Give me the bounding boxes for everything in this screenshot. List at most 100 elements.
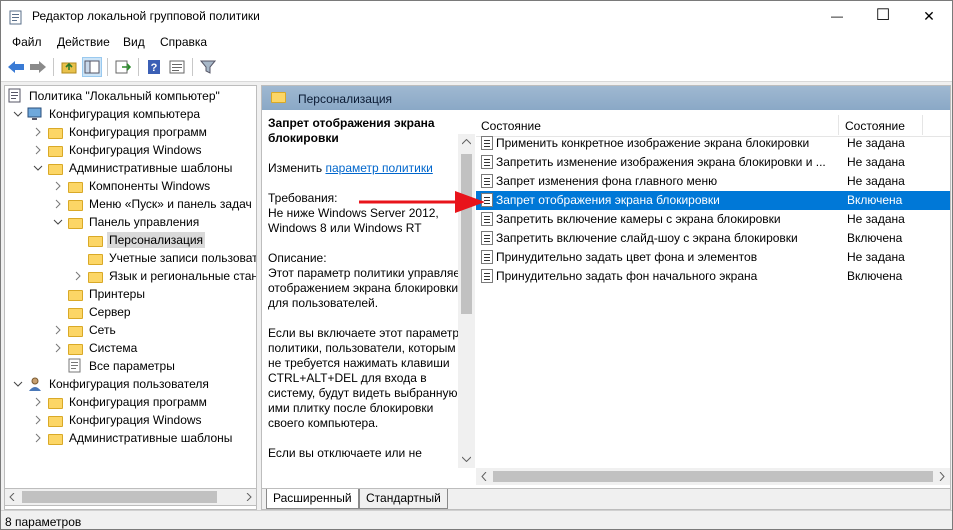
- setting-state: Не задана: [847, 212, 905, 226]
- collapsed-chevron-icon[interactable]: [31, 431, 45, 445]
- expanded-chevron-icon[interactable]: [51, 215, 65, 229]
- tree-node[interactable]: Сервер: [51, 303, 133, 321]
- description-scroll-thumb[interactable]: [461, 154, 472, 314]
- list-row[interactable]: Применить конкретное изображение экрана …: [476, 134, 950, 153]
- menu-view[interactable]: Вид: [123, 35, 145, 49]
- policy-setting-icon: [481, 231, 493, 245]
- list-horizontal-scrollbar[interactable]: [476, 468, 950, 485]
- tree-node-label: Конфигурация пользователя: [49, 377, 209, 391]
- tree-node[interactable]: Конфигурация программ: [31, 393, 209, 411]
- no-expander: [51, 287, 65, 301]
- details-pane: Персонализация Запрет отображения экрана…: [261, 85, 951, 510]
- tree-node[interactable]: Конфигурация программ: [31, 123, 209, 141]
- collapsed-chevron-icon[interactable]: [51, 179, 65, 193]
- tree-node-label: Конфигурация компьютера: [49, 107, 201, 121]
- back-icon[interactable]: [6, 57, 26, 77]
- menu-help[interactable]: Справка: [160, 35, 207, 49]
- policy-setting-icon: [481, 269, 493, 283]
- no-expander: [71, 251, 85, 265]
- tree-horizontal-scrollbar[interactable]: [4, 488, 257, 506]
- help-icon[interactable]: ?: [144, 57, 164, 77]
- setting-name: Принудительно задать фон начального экра…: [496, 269, 758, 283]
- collapsed-chevron-icon[interactable]: [31, 395, 45, 409]
- collapsed-chevron-icon[interactable]: [31, 125, 45, 139]
- tree-node[interactable]: Все параметры: [51, 357, 177, 375]
- filter-icon[interactable]: [198, 57, 218, 77]
- tree-node[interactable]: Конфигурация Windows: [31, 411, 204, 429]
- truncated-text: Если вы отключаете или не: [268, 446, 422, 460]
- tree-node-label: Система: [89, 341, 138, 355]
- tree-node[interactable]: Сеть: [51, 321, 118, 339]
- collapsed-chevron-icon[interactable]: [31, 413, 45, 427]
- tree-node[interactable]: Принтеры: [51, 285, 147, 303]
- tree-node[interactable]: Политика "Локальный компьютер": [7, 87, 222, 105]
- list-row[interactable]: Запретить включение камеры с экрана блок…: [476, 210, 950, 229]
- expanded-chevron-icon[interactable]: [11, 377, 25, 391]
- collapsed-chevron-icon[interactable]: [51, 323, 65, 337]
- tree-node[interactable]: Меню «Пуск» и панель задач: [51, 195, 254, 213]
- tree-node[interactable]: Административные шаблоны: [31, 159, 234, 177]
- tree-node[interactable]: Конфигурация пользователя: [11, 375, 211, 393]
- folder-icon: [47, 394, 63, 410]
- list-row[interactable]: Принудительно задать фон начального экра…: [476, 267, 950, 286]
- maximize-button[interactable]: ☐: [860, 1, 906, 31]
- tab-standard[interactable]: Стандартный: [359, 489, 448, 509]
- folder-icon: [47, 412, 63, 428]
- tree-node[interactable]: Административные шаблоны: [31, 429, 234, 447]
- collapsed-chevron-icon[interactable]: [51, 341, 65, 355]
- description-scrollbar[interactable]: [458, 134, 475, 468]
- list-row[interactable]: Запретить изменение изображения экрана б…: [476, 153, 950, 172]
- collapsed-chevron-icon[interactable]: [31, 143, 45, 157]
- show-hide-tree-icon[interactable]: [82, 57, 102, 77]
- export-list-icon[interactable]: [113, 57, 133, 77]
- details-header: Персонализация: [262, 86, 950, 110]
- list-scroll-thumb[interactable]: [493, 471, 933, 482]
- tree-node[interactable]: Система: [51, 339, 139, 357]
- tree-node[interactable]: Персонализация: [71, 231, 206, 249]
- policy-heading: Запрет отображения экрана блокировки: [268, 116, 435, 145]
- tree-node-label: Меню «Пуск» и панель задач: [89, 197, 252, 211]
- menu-bar: Файл Действие Вид Справка: [1, 31, 952, 53]
- tree-node[interactable]: Учетные записи пользовате: [71, 249, 256, 267]
- folder-icon: [47, 124, 63, 140]
- menu-action[interactable]: Действие: [57, 35, 110, 49]
- list-row[interactable]: Запретить включение слайд-шоу с экрана б…: [476, 229, 950, 248]
- collapsed-chevron-icon[interactable]: [71, 269, 85, 283]
- tree-scroll-thumb[interactable]: [22, 491, 217, 503]
- folder-icon: [47, 142, 63, 158]
- folder-icon: [47, 430, 63, 446]
- tree-node-label: Конфигурация программ: [69, 395, 207, 409]
- tree-node-label: Конфигурация Windows: [69, 143, 202, 157]
- tree-pane[interactable]: Политика "Локальный компьютер" Конфигурац…: [4, 85, 257, 510]
- policy-setting-icon: [481, 174, 493, 188]
- minimize-button[interactable]: —: [814, 1, 860, 31]
- tree-node[interactable]: Компоненты Windows: [51, 177, 212, 195]
- expanded-chevron-icon[interactable]: [11, 107, 25, 121]
- list-row[interactable]: Принудительно задать цвет фона и элемент…: [476, 248, 950, 267]
- setting-name: Запретить включение камеры с экрана блок…: [496, 212, 781, 226]
- tree-node[interactable]: Язык и региональные станд: [71, 267, 256, 285]
- menu-file[interactable]: Файл: [12, 35, 42, 49]
- tab-extended[interactable]: Расширенный: [266, 489, 359, 509]
- expanded-chevron-icon[interactable]: [31, 161, 45, 175]
- all-settings-icon: [67, 358, 83, 374]
- tree-node-label: Конфигурация Windows: [69, 413, 202, 427]
- forward-icon[interactable]: [28, 57, 48, 77]
- list-row[interactable]: Запрет изменения фона главного меню Не за…: [476, 172, 950, 191]
- title-bar: Редактор локальной групповой политики — …: [1, 1, 952, 31]
- tree-node[interactable]: Конфигурация Windows: [31, 141, 204, 159]
- properties-icon[interactable]: [167, 57, 187, 77]
- column-header-state[interactable]: Состояние: [845, 119, 905, 133]
- toolbar: ?: [1, 53, 952, 82]
- collapsed-chevron-icon[interactable]: [51, 197, 65, 211]
- edit-policy-link[interactable]: параметр политики: [325, 161, 432, 175]
- folder-icon: [67, 340, 83, 356]
- tree-node[interactable]: Панель управления: [51, 213, 201, 231]
- list-row[interactable]: Запрет отображения экрана блокировки Вклю…: [476, 191, 950, 210]
- column-header-name[interactable]: Состояние: [481, 119, 541, 133]
- up-folder-icon[interactable]: [59, 57, 79, 77]
- description-text: Описание: Этот параметр политики управляе…: [268, 251, 466, 310]
- setting-name: Запрет отображения экрана блокировки: [496, 193, 720, 207]
- tree-node[interactable]: Конфигурация компьютера: [11, 105, 202, 123]
- close-button[interactable]: ✕: [906, 1, 952, 31]
